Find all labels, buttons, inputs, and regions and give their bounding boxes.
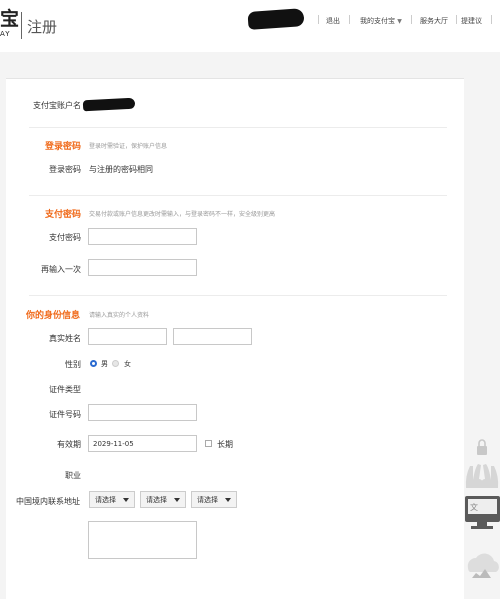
service-hall-link[interactable]: 服务大厅 bbox=[420, 16, 448, 26]
chevron-down-icon: ▼ bbox=[397, 18, 402, 25]
validity-date-input[interactable] bbox=[88, 435, 197, 452]
alipay-logo-sub: AY bbox=[0, 30, 11, 38]
gender-male-radio[interactable] bbox=[90, 360, 97, 367]
security-widgets[interactable]: 文 bbox=[464, 430, 500, 583]
login-password-value: 与注册的密码相同 bbox=[89, 165, 153, 174]
gender-male-label: 男 bbox=[101, 360, 108, 368]
province-select[interactable]: 请选择 bbox=[89, 491, 135, 508]
address-label: 中国境内联系地址 bbox=[16, 497, 80, 506]
gender-female-label: 女 bbox=[124, 360, 131, 368]
pay-password-hint: 交易付款或账户信息更改时需输入，与登录密码不一样，安全级别更高 bbox=[89, 211, 276, 218]
gender-label: 性别 bbox=[65, 360, 81, 369]
redacted-username bbox=[247, 8, 305, 30]
pay-password-confirm-label: 再输入一次 bbox=[41, 265, 81, 274]
account-label: 支付宝账户名 bbox=[33, 101, 81, 110]
lock-icon bbox=[477, 439, 487, 455]
nav-divider bbox=[349, 15, 350, 24]
login-password-title: 登录密码 bbox=[45, 142, 82, 152]
pay-password-input[interactable] bbox=[88, 228, 197, 245]
validity-label: 有效期 bbox=[57, 440, 81, 449]
nav-divider bbox=[411, 15, 412, 24]
top-header: 宝 AY 注册 退出 我的支付宝 ▼ 服务大厅 提建议 bbox=[0, 0, 500, 52]
chevron-down-icon bbox=[123, 498, 129, 502]
pay-password-label: 支付密码 bbox=[49, 233, 81, 242]
id-number-input[interactable] bbox=[88, 404, 197, 421]
city-select-value: 请选择 bbox=[146, 496, 167, 504]
logout-link[interactable]: 退出 bbox=[326, 16, 340, 26]
identity-hint: 请输入真实的个人资料 bbox=[89, 312, 150, 319]
login-password-label: 登录密码 bbox=[49, 165, 81, 174]
cloud-icon bbox=[467, 553, 499, 578]
province-select-value: 请选择 bbox=[95, 496, 116, 504]
alipay-logo[interactable]: 宝 bbox=[0, 9, 19, 29]
pay-password-confirm-input[interactable] bbox=[88, 259, 197, 276]
longterm-label: 长期 bbox=[217, 440, 233, 449]
login-password-hint: 登录时需验证，保护账户信息 bbox=[89, 143, 168, 150]
occupation-label: 职业 bbox=[65, 471, 81, 480]
nav-divider bbox=[456, 15, 457, 24]
chevron-down-icon bbox=[225, 498, 231, 502]
nav-divider bbox=[318, 15, 319, 24]
suggest-link[interactable]: 提建议 bbox=[461, 16, 482, 26]
pay-password-title: 支付密码 bbox=[45, 210, 82, 220]
logo-divider bbox=[21, 12, 22, 39]
city-select[interactable]: 请选择 bbox=[140, 491, 186, 508]
real-name-label: 真实姓名 bbox=[49, 334, 81, 343]
id-number-label: 证件号码 bbox=[49, 410, 81, 419]
nav-divider bbox=[491, 15, 492, 24]
section-divider bbox=[29, 127, 447, 128]
page-title: 注册 bbox=[27, 18, 58, 36]
monitor-icon: 文 bbox=[465, 496, 500, 529]
longterm-checkbox[interactable] bbox=[205, 440, 212, 447]
hands-icon bbox=[465, 464, 499, 488]
my-alipay-label: 我的支付宝 bbox=[360, 17, 395, 25]
district-select[interactable]: 请选择 bbox=[191, 491, 237, 508]
address-detail-textarea[interactable] bbox=[88, 521, 197, 559]
surname-input[interactable] bbox=[88, 328, 167, 345]
chevron-down-icon bbox=[174, 498, 180, 502]
id-type-label: 证件类型 bbox=[49, 385, 81, 394]
section-divider bbox=[29, 295, 447, 296]
gender-female-radio[interactable] bbox=[112, 360, 119, 367]
identity-title: 你的身份信息 bbox=[26, 311, 81, 321]
my-alipay-menu[interactable]: 我的支付宝 ▼ bbox=[360, 16, 402, 26]
given-name-input[interactable] bbox=[173, 328, 252, 345]
district-select-value: 请选择 bbox=[197, 496, 218, 504]
svg-text:文: 文 bbox=[470, 502, 478, 512]
section-divider bbox=[29, 195, 447, 196]
